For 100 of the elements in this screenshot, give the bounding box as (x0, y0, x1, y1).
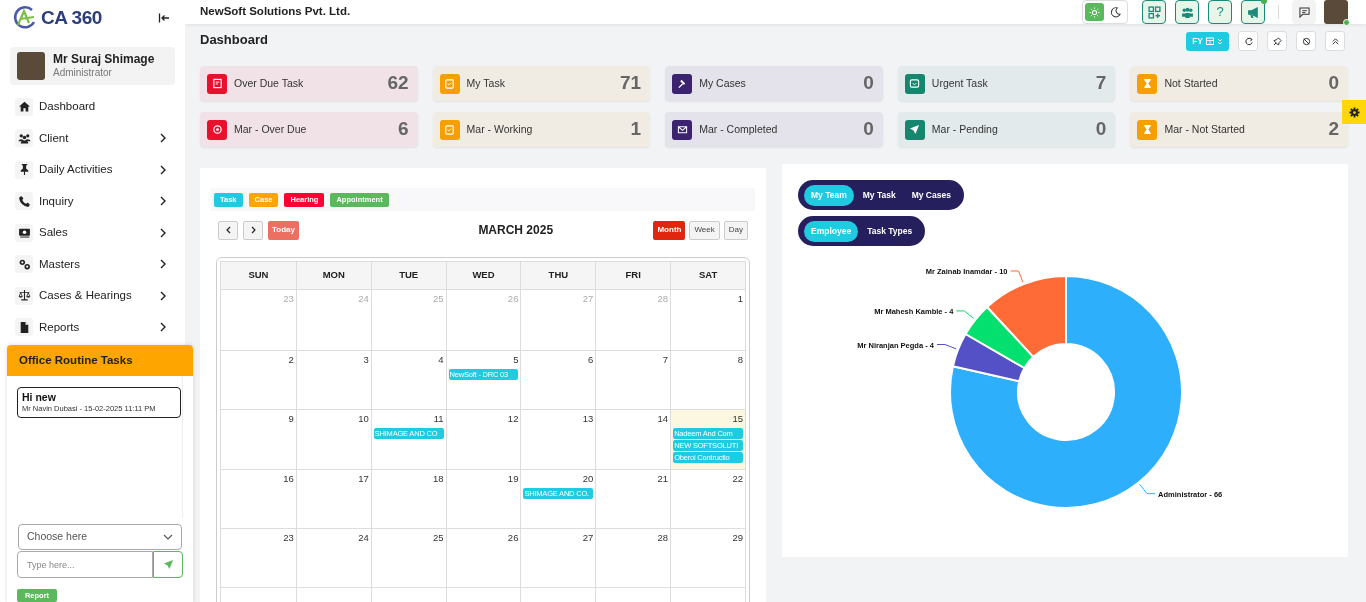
day-number: 19 (507, 473, 519, 485)
leader-line (1010, 270, 1024, 283)
send-icon (162, 559, 174, 570)
stat-label: Mar - Not Started (1164, 121, 1246, 137)
calendar-view-tab[interactable]: Day (723, 220, 748, 240)
refresh-button[interactable] (1238, 31, 1258, 51)
day-number: 18 (433, 473, 444, 485)
stat-label: Not Started (1164, 75, 1219, 91)
money-icon (17, 226, 31, 240)
double-chevron-up-button[interactable] (1325, 31, 1345, 51)
stat-value: 0 (1095, 117, 1107, 142)
stat-card[interactable]: Mar - Over Due 6 (200, 112, 418, 147)
sidebar-item[interactable]: Client (0, 122, 185, 154)
stat-card[interactable]: My Task 71 (432, 66, 651, 101)
day-number: 17 (358, 473, 369, 485)
stat-value: 0 (1328, 71, 1339, 96)
day-number: 20 (582, 473, 594, 485)
day-number: 28 (657, 293, 669, 305)
day-number: 25 (433, 293, 444, 305)
help-button[interactable]: ? (1208, 0, 1232, 24)
apps-button[interactable] (1142, 0, 1166, 24)
stat-value: 7 (1095, 71, 1107, 96)
clipboard-icon (444, 124, 456, 135)
day-number: 21 (657, 473, 669, 485)
app-logo-text: CA 360 (41, 6, 102, 31)
logo-swoosh-icon (12, 5, 38, 32)
stat-value: 62 (387, 71, 409, 96)
stat-card[interactable]: Urgent Task 7 (897, 66, 1116, 101)
chart-filter-tab[interactable]: My Cases (904, 184, 958, 206)
send-button[interactable] (153, 551, 183, 578)
stat-card[interactable]: Mar - Completed 0 (665, 112, 883, 147)
day-number: 22 (732, 473, 743, 485)
office-routine-header: Office Routine Tasks (7, 345, 193, 376)
target-icon (211, 124, 223, 135)
leader-line (955, 310, 975, 319)
stat-card[interactable]: Mar - Not Started 2 (1130, 112, 1348, 147)
weekday-header: SUN (248, 268, 269, 283)
sidebar-item[interactable]: Masters (0, 248, 185, 280)
pin-button[interactable] (1267, 31, 1287, 51)
day-number: 3 (363, 354, 369, 366)
hourglass-icon (1141, 124, 1153, 135)
home-icon (17, 100, 31, 114)
chart-filter-tab[interactable]: Task Types (860, 220, 920, 242)
gavel-icon (676, 78, 688, 89)
calendar-view-tab[interactable]: Week (689, 220, 720, 240)
collapse-sidebar-button[interactable] (157, 11, 171, 26)
clipboard-icon (444, 78, 456, 89)
stat-value: 71 (620, 71, 642, 96)
day-number: 11 (433, 413, 444, 425)
stat-card[interactable]: Mar - Pending 0 (897, 112, 1116, 147)
people-icon (17, 131, 31, 145)
weekday-header: THU (548, 268, 569, 283)
settings-icon (1348, 106, 1360, 118)
stat-value: 2 (1328, 117, 1339, 142)
sidebar-item[interactable]: Reports (0, 311, 185, 343)
weekday-header: WED (472, 268, 495, 283)
stat-card[interactable]: Over Due Task 62 (200, 66, 418, 101)
stat-value: 0 (863, 117, 874, 142)
user-role: Administrator (53, 67, 113, 80)
day-number: 15 (732, 413, 743, 425)
chat-button[interactable] (1292, 0, 1316, 24)
calendar-view-tab[interactable]: Month (653, 220, 686, 240)
pin-icon (1272, 36, 1282, 46)
sidebar-item[interactable]: Inquiry (0, 185, 185, 217)
user-name: Mr Suraj Shimage (53, 52, 155, 68)
sync-button[interactable] (1296, 31, 1316, 51)
choose-dropdown[interactable]: Choose here (18, 524, 182, 550)
day-number: 16 (283, 473, 294, 485)
day-number: 24 (358, 532, 369, 544)
day-number: 7 (662, 354, 669, 366)
day-number: 26 (507, 532, 519, 544)
sidebar-item[interactable]: Dashboard (0, 91, 185, 123)
team-button[interactable] (1175, 0, 1199, 24)
next-button[interactable] (243, 220, 263, 240)
gears-icon (17, 257, 31, 271)
settings-button[interactable] (1342, 100, 1366, 124)
weekday-header: SAT (698, 268, 718, 283)
day-number: 8 (737, 354, 743, 366)
dropdown-chevron-icon (163, 534, 173, 540)
stat-card[interactable]: Mar - Working 1 (432, 112, 651, 147)
envelope-icon (676, 124, 688, 135)
type-here-field[interactable]: Type here... (17, 551, 153, 578)
company-name: NewSoft Solutions Pvt. Ltd. (200, 4, 351, 20)
sidebar-item[interactable]: Cases & Hearings (0, 280, 185, 312)
page-title: Dashboard (200, 31, 268, 49)
day-number: 1 (737, 293, 743, 305)
stat-card[interactable]: Not Started 0 (1130, 66, 1348, 101)
stat-card[interactable]: My Cases 0 (665, 66, 883, 101)
day-number: 23 (283, 293, 294, 305)
day-number: 2 (288, 354, 294, 366)
day-number: 13 (582, 413, 594, 425)
sidebar-item[interactable]: Sales (0, 217, 185, 249)
sidebar-item[interactable]: Daily Activities (0, 154, 185, 186)
stat-label: Urgent Task (931, 75, 989, 91)
chart-filter-tab[interactable]: My Task (855, 184, 903, 206)
weekday-header: FRI (625, 268, 641, 283)
previous-button[interactable] (218, 220, 238, 240)
announce-button[interactable] (1241, 0, 1265, 24)
calendar-icon (1206, 37, 1214, 45)
profile-avatar-photo[interactable] (1324, 0, 1348, 24)
